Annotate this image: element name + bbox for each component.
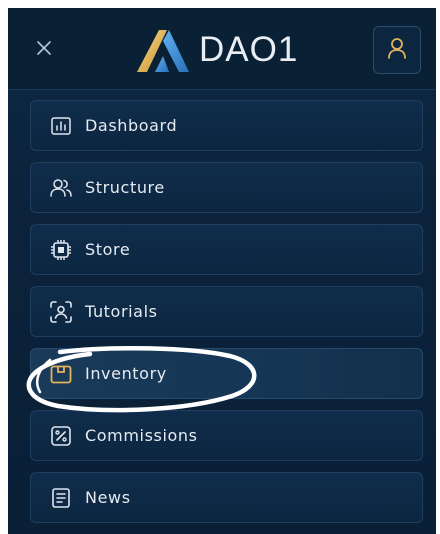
menu-item-structure[interactable]: Structure bbox=[30, 162, 423, 213]
menu-item-label: Dashboard bbox=[85, 116, 178, 135]
menu-item-dashboard[interactable]: Dashboard bbox=[30, 100, 423, 151]
scan-user-icon bbox=[50, 300, 72, 323]
chart-icon bbox=[50, 115, 72, 137]
brand-name: DAO1 bbox=[199, 30, 299, 69]
menu-item-news[interactable]: News bbox=[30, 472, 423, 523]
logo-mark-icon bbox=[137, 30, 189, 72]
menu-item-commissions[interactable]: Commissions bbox=[30, 410, 423, 461]
news-icon bbox=[50, 487, 72, 509]
users-icon bbox=[50, 177, 72, 199]
percent-icon bbox=[50, 425, 72, 447]
menu-item-tutorials[interactable]: Tutorials bbox=[30, 286, 423, 337]
menu-item-label: Store bbox=[85, 240, 131, 259]
user-profile-button[interactable] bbox=[373, 26, 421, 74]
menu-item-label: News bbox=[85, 488, 131, 507]
close-icon bbox=[36, 40, 52, 60]
drawer-header: DAO1 bbox=[8, 8, 436, 90]
menu-item-label: Structure bbox=[85, 178, 165, 197]
menu-item-store[interactable]: Store bbox=[30, 224, 423, 275]
user-icon bbox=[387, 37, 407, 63]
main-menu: Dashboard Structure Store Tutorials Inve… bbox=[30, 100, 423, 534]
close-button[interactable] bbox=[30, 36, 58, 64]
chip-icon bbox=[50, 239, 72, 261]
menu-item-label: Tutorials bbox=[85, 302, 158, 321]
menu-item-inventory[interactable]: Inventory bbox=[30, 348, 423, 399]
menu-item-label: Commissions bbox=[85, 426, 198, 445]
menu-item-label: Inventory bbox=[85, 364, 167, 383]
navigation-drawer: DAO1 Dashboard Structure Store Tutorials… bbox=[8, 8, 436, 534]
brand-logo[interactable]: DAO1 bbox=[135, 26, 311, 74]
box-icon bbox=[50, 363, 72, 385]
